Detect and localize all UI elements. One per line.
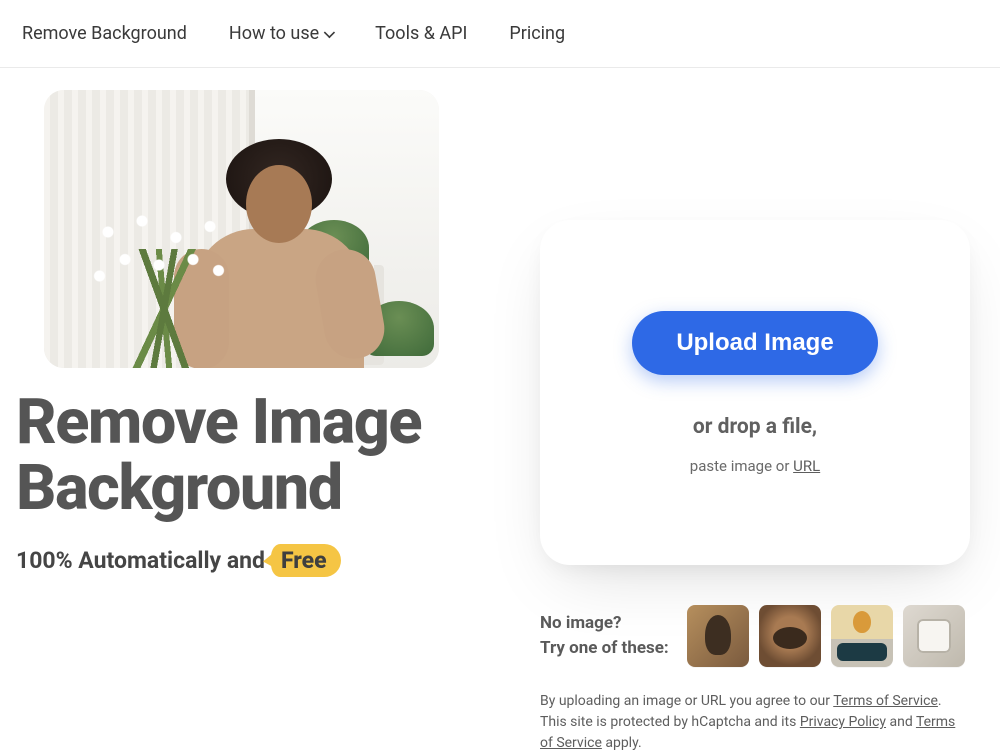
headline-line: Background <box>16 452 342 525</box>
legal-suffix: apply. <box>602 735 642 751</box>
legal-prefix: By uploading an image or URL you agree t… <box>540 693 833 709</box>
upload-card[interactable]: Upload Image or drop a file, paste image… <box>540 220 970 565</box>
hero-column: Remove Image Background 100% Automatical… <box>0 90 480 754</box>
paste-prefix: paste image or <box>690 457 793 475</box>
sample-thumbs <box>687 605 965 667</box>
upload-image-button[interactable]: Upload Image <box>632 311 877 375</box>
chevron-down-icon <box>324 26 335 37</box>
sample-thumb[interactable] <box>903 605 965 667</box>
main-content: Remove Image Background 100% Automatical… <box>0 68 1000 754</box>
headline-line: Remove Image <box>16 386 421 459</box>
legal-and: and <box>886 714 916 730</box>
sample-thumb[interactable] <box>831 605 893 667</box>
free-badge: Free <box>271 544 341 577</box>
paste-text: paste image or URL <box>690 457 820 475</box>
nav-label: How to use <box>229 23 319 44</box>
upload-column: Upload Image or drop a file, paste image… <box>540 90 1000 754</box>
nav-remove-background[interactable]: Remove Background <box>22 23 187 44</box>
nav-pricing[interactable]: Pricing <box>509 23 565 44</box>
paste-url-link[interactable]: URL <box>793 457 820 475</box>
nav-label: Tools & API <box>375 23 467 44</box>
subhead-text: 100% Automatically and <box>16 547 265 574</box>
sample-images-text: No image? Try one of these: <box>540 611 669 662</box>
tos-link[interactable]: Terms of Service <box>833 693 938 709</box>
sample-thumb[interactable] <box>759 605 821 667</box>
legal-text: By uploading an image or URL you agree t… <box>540 691 970 754</box>
nav-how-to-use[interactable]: How to use <box>229 23 333 44</box>
top-nav: Remove Background How to use Tools & API… <box>0 0 1000 68</box>
nav-label: Remove Background <box>22 23 187 44</box>
hero-image <box>44 90 439 368</box>
nav-tools-api[interactable]: Tools & API <box>375 23 467 44</box>
drop-file-text: or drop a file, <box>693 415 817 439</box>
page-headline: Remove Image Background <box>16 390 480 522</box>
samples-line2: Try one of these: <box>540 638 669 658</box>
sample-images-row: No image? Try one of these: <box>540 605 970 667</box>
page-subhead: 100% Automatically and Free <box>16 544 480 577</box>
sample-thumb[interactable] <box>687 605 749 667</box>
privacy-link[interactable]: Privacy Policy <box>800 714 886 730</box>
nav-label: Pricing <box>509 23 565 44</box>
samples-line1: No image? <box>540 613 622 633</box>
